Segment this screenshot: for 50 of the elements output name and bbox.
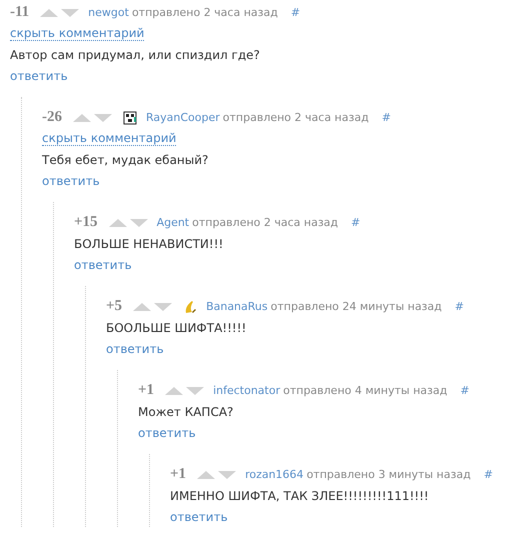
downvote-icon[interactable] (218, 470, 236, 480)
comment-text: БООЛЬШЕ ШИФТА!!!!! (106, 320, 246, 334)
reply-link[interactable]: ответить (10, 68, 68, 82)
comment-text: Автор сам придумал, или спиздил где? (10, 48, 260, 62)
reply-link[interactable]: ответить (138, 426, 196, 440)
username-link[interactable]: rozan1664 (245, 468, 304, 481)
permalink[interactable]: # (484, 468, 493, 481)
rating: +1 (138, 382, 154, 399)
downvote-icon[interactable] (186, 386, 204, 396)
post-time: отправлено 2 часа назад (132, 6, 278, 19)
rating: +15 (74, 214, 98, 231)
reply-link[interactable]: ответить (106, 342, 164, 356)
upvote-icon[interactable] (73, 112, 91, 122)
comment-text: ИМЕННО ШИФТА, ТАК ЗЛЕЕ!!!!!!!!!111!!!! (170, 488, 429, 502)
downvote-icon[interactable] (154, 302, 172, 312)
post-time: отправлено 24 минуты назад (270, 300, 442, 313)
upvote-icon[interactable] (165, 386, 184, 396)
reply-link[interactable]: ответить (74, 258, 132, 272)
post-time: отправлено 2 часа назад (222, 111, 369, 124)
reply-link[interactable]: ответить (170, 510, 228, 524)
comment-text: Может КАПСА? (138, 404, 234, 418)
downvote-icon[interactable] (61, 8, 80, 18)
permalink[interactable]: # (351, 216, 360, 229)
username-link[interactable]: RayanCooper (146, 111, 220, 124)
upvote-icon[interactable] (133, 302, 152, 312)
permalink[interactable]: # (382, 111, 391, 124)
post-time: отправлено 4 минуты назад (283, 384, 448, 397)
username-link[interactable]: Agent (156, 216, 190, 229)
rating: -26 (42, 109, 62, 126)
rating: +5 (106, 298, 122, 315)
permalink[interactable]: # (460, 384, 470, 397)
downvote-icon[interactable] (130, 218, 148, 228)
rating: +1 (170, 466, 186, 483)
post-time: отправлено 2 часа назад (192, 216, 338, 229)
hide-comment-link[interactable]: скрыть комментарий (42, 131, 176, 146)
permalink[interactable]: # (290, 6, 300, 19)
username-link[interactable]: newgot (88, 6, 129, 19)
reply-link[interactable]: ответить (42, 174, 100, 188)
comment-text: БОЛЬШЕ НЕНАВИСТИ!!! (74, 236, 224, 250)
upvote-icon[interactable] (108, 218, 127, 228)
username-link[interactable]: BananaRus (206, 300, 268, 313)
username-link[interactable]: infectonator (213, 384, 280, 397)
post-time: отправлено 3 минуты назад (306, 468, 471, 481)
comment-text: Тебя ебет, мудак ебаный? (42, 152, 208, 166)
hide-comment-link[interactable]: скрыть комментарий (10, 26, 144, 41)
permalink[interactable]: # (454, 300, 464, 313)
upvote-icon[interactable] (40, 8, 58, 18)
upvote-icon[interactable] (197, 470, 216, 480)
downvote-icon[interactable] (94, 112, 112, 122)
rating: -11 (10, 4, 30, 21)
